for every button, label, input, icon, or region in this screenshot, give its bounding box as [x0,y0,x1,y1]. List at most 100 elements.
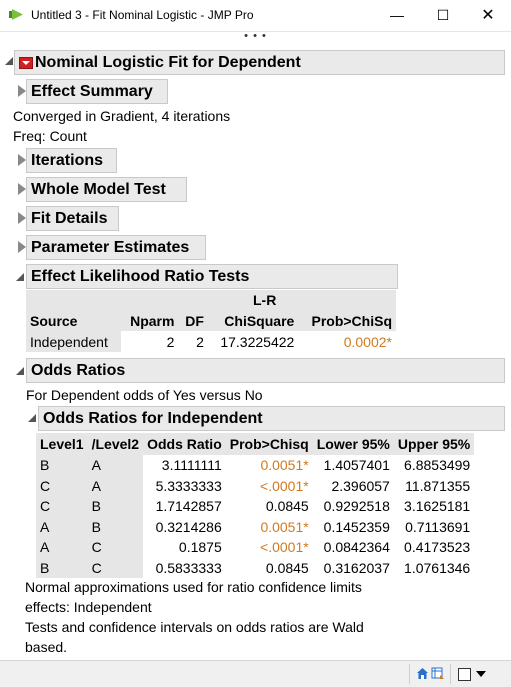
odds-ratios-independent-title: Odds Ratios for Independent [43,410,263,427]
prob-cell: 0.0845 [265,498,309,515]
odds-ratio-cell: 0.5833333 [155,559,222,576]
odds-ratios-header[interactable]: Odds Ratios [26,358,505,383]
level2-cell: B [87,516,144,537]
upper95-cell: 6.8853499 [404,457,471,474]
table-row: Independent 2 2 17.3225422 0.0002* [26,331,396,352]
prob-cell: <.0001* [260,477,309,494]
lower95-cell: 0.3162037 [323,559,390,576]
upper95-cell: 0.4173523 [404,539,471,556]
odds-ratios-table: Level1 /Level2 Odds Ratio Prob>Chisq Low… [36,433,475,578]
df-column-header: DF [185,312,204,329]
lower95-cell: 0.9292518 [323,498,390,515]
prob-cell: 0.0051* [260,457,309,474]
upper95-cell: 1.0761346 [404,559,471,576]
table-row: B C 0.5833333 0.0845 0.3162037 1.0761346 [36,557,474,578]
table-row: B A 3.1111111 0.0051* 1.4057401 6.885349… [36,455,474,476]
whole-model-test-label: Whole Model Test [31,181,166,198]
report-title: Nominal Logistic Fit for Dependent [35,54,301,71]
lower95-cell: 1.4057401 [323,457,390,474]
level2-column-header: /Level2 [91,436,140,452]
level1-cell: C [36,496,88,517]
prob-cell: 0.0051* [260,518,309,535]
minimize-button[interactable]: — [374,0,420,31]
level1-cell: B [36,557,88,578]
odds-subtitle: For Dependent odds of Yes versus No [26,387,263,403]
more-options-button[interactable]: • • • [0,31,511,43]
prob-chisq-column-header: Prob>Chisq [229,436,309,452]
level2-cell: C [87,537,144,558]
upper95-cell: 3.1625181 [404,498,471,515]
df-cell: 2 [196,333,204,350]
prob-cell: <.0001* [260,539,309,556]
report-content: Nominal Logistic Fit for Dependent Effec… [0,44,511,660]
window-title: Untitled 3 - Fit Nominal Logistic - JMP … [31,8,254,22]
odds-ratio-column-header: Odds Ratio [147,436,222,452]
chevron-down-icon[interactable] [476,671,486,677]
expand-icon[interactable] [18,183,26,195]
nparm-cell: 2 [166,333,175,350]
lower95-cell: 2.396057 [331,477,390,494]
iterations-header[interactable]: Iterations [26,148,117,173]
nparm-column-header: Nparm [130,312,175,329]
home-icon[interactable] [416,667,429,680]
jmp-app-icon [9,9,23,20]
converged-text: Converged in Gradient, 4 iterations [13,108,231,124]
expand-icon[interactable] [18,154,26,166]
table-row: C B 1.7142857 0.0845 0.9292518 3.1625181 [36,496,474,517]
freq-text: Freq: Count [13,128,87,144]
note-text: based. [25,639,68,655]
odds-ratios-independent-header[interactable]: Odds Ratios for Independent [38,406,505,431]
table-row: A B 0.3214286 0.0051* 0.1452359 0.711369… [36,516,474,537]
odds-ratio-cell: 0.1875 [178,539,222,556]
prob-cell: 0.0845 [265,559,309,576]
level2-cell: C [87,557,144,578]
expand-icon[interactable] [18,212,26,224]
status-bar [0,660,511,687]
expand-icon[interactable] [18,85,26,97]
upper95-cell: 0.7113691 [405,518,471,535]
whole-model-test-header[interactable]: Whole Model Test [26,177,187,202]
lr-tests-table: L-R Source Nparm DF ChiSquare Prob>ChiSq… [26,290,396,352]
fit-details-label: Fit Details [31,210,108,227]
collapse-icon[interactable] [16,367,24,375]
report-header: Nominal Logistic Fit for Dependent [14,50,505,75]
note-text: effects: Independent [25,599,152,615]
collapse-icon[interactable] [16,273,24,281]
collapse-icon[interactable] [5,57,13,65]
parameter-estimates-header[interactable]: Parameter Estimates [26,235,206,260]
chisquare-cell: 17.3225422 [220,333,295,350]
expand-icon[interactable] [18,241,26,253]
separator [450,664,451,684]
collapse-icon[interactable] [28,414,36,422]
close-button[interactable]: ✕ [465,0,511,31]
lower95-cell: 0.1452359 [323,518,390,535]
level1-cell: A [36,516,88,537]
odds-ratios-title: Odds Ratios [31,362,126,379]
chisquare-column-header: ChiSquare [224,312,295,329]
fit-details-header[interactable]: Fit Details [26,206,119,231]
lr-tests-header[interactable]: Effect Likelihood Ratio Tests [26,264,398,289]
odds-ratio-cell: 0.3214286 [155,518,222,535]
checkbox-icon[interactable] [458,668,471,681]
level2-cell: A [87,455,144,476]
level2-cell: B [87,496,144,517]
prob-column-header: Prob>ChiSq [311,312,392,329]
lr-tests-title: Effect Likelihood Ratio Tests [31,268,250,285]
lr-header-top: L-R [252,292,277,308]
level1-cell: A [36,537,88,558]
odds-ratio-cell: 3.1111111 [161,457,222,474]
iterations-label: Iterations [31,152,104,169]
lower95-cell: 0.0842364 [323,539,390,556]
prob-cell: 0.0002* [343,333,392,350]
level1-cell: B [36,455,88,476]
level2-cell: A [87,475,144,496]
note-text: Normal approximations used for ratio con… [25,579,362,595]
upper95-cell: 11.871355 [405,477,471,494]
red-triangle-menu-icon[interactable] [19,57,33,69]
table-view-icon[interactable] [431,666,445,680]
odds-ratio-cell: 5.3333333 [155,477,222,494]
maximize-button[interactable]: ☐ [420,0,466,31]
level1-cell: C [36,475,88,496]
table-row: A C 0.1875 <.0001* 0.0842364 0.4173523 [36,537,474,558]
effect-summary-header[interactable]: Effect Summary [26,79,168,104]
